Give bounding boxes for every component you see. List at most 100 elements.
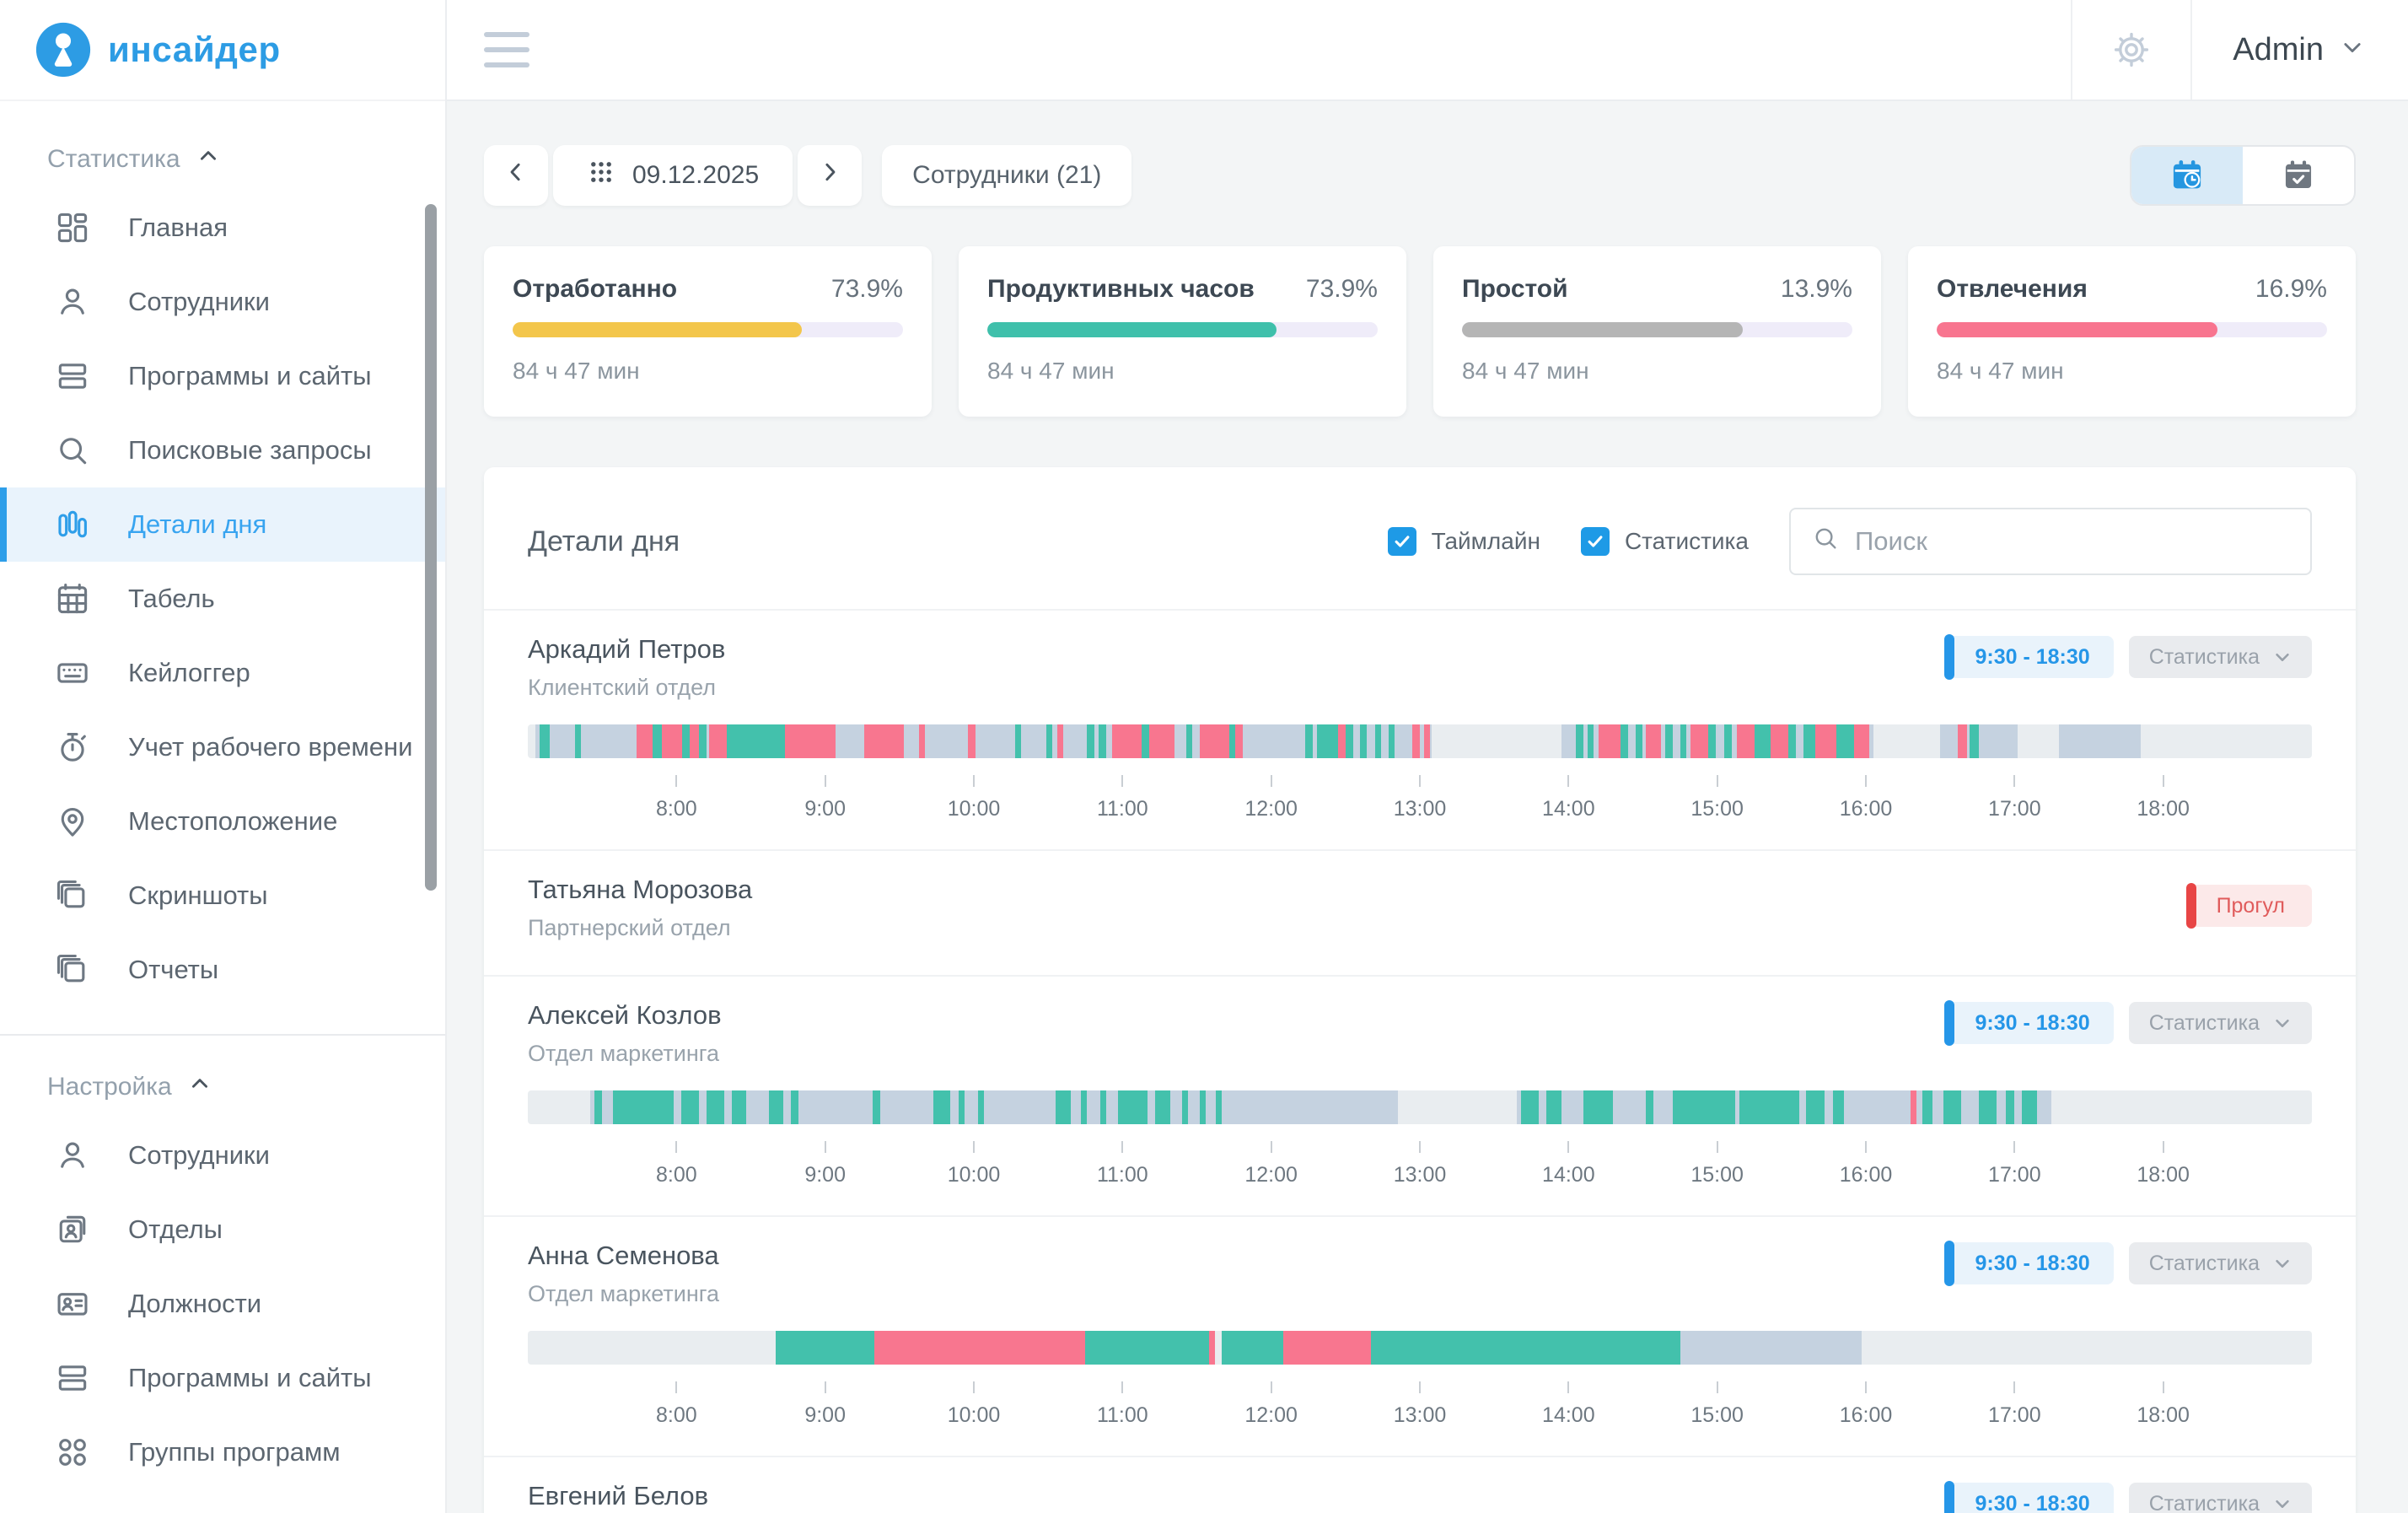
timeline-segment-productive [699, 724, 707, 758]
person-icon [54, 283, 91, 320]
timeline-segment-productive [682, 724, 690, 758]
sidebar-item-label: Учет рабочего времени [128, 732, 412, 762]
sidebar-item-отделы[interactable]: Отделы [0, 1193, 445, 1267]
sidebar-item-табель[interactable]: Табель [0, 562, 445, 636]
sidebar-item-label: Табель [128, 584, 215, 614]
employee-statistics-button[interactable]: Статистика [2129, 1242, 2312, 1284]
stat-card: Простой 13.9% 84 ч 47 мин [1433, 246, 1881, 417]
sidebar-scrollbar[interactable] [425, 204, 437, 891]
sidebar-section-header[interactable]: Статистика [0, 132, 445, 191]
timeline-segment-distraction [1815, 724, 1836, 758]
stat-value: 84 ч 47 мин [1937, 358, 2327, 385]
timeline-segment-productive [2006, 1090, 2015, 1124]
statistics-checkbox[interactable]: Статистика [1581, 527, 1749, 556]
timeline-segment-distraction [919, 724, 925, 758]
activity-timeline[interactable] [528, 724, 2312, 758]
sidebar-section: Настройка Сотрудники Отделы Должности Пр… [0, 1034, 445, 1489]
next-day-button[interactable] [798, 145, 862, 206]
checkbox-checked-icon [1581, 527, 1610, 556]
timeline-segment-productive [653, 724, 662, 758]
timeline-segment-productive [1788, 724, 1796, 758]
axis-hour-label: 13:00 [1369, 775, 1470, 821]
sidebar-item-учет-рабочего-времени[interactable]: Учет рабочего времени [0, 710, 445, 784]
timeline-segment-productive [1056, 1090, 1071, 1124]
sidebar-item-программы-и-сайты[interactable]: Программы и сайты [0, 1341, 445, 1415]
employee-row: Евгений Белов Отдел маркетинга 9:30 - 18… [484, 1456, 2356, 1513]
axis-hour-label: 8:00 [626, 1381, 727, 1428]
timeline-segment-distraction [1209, 1331, 1215, 1365]
timeline-segment-productive [959, 1090, 965, 1124]
sidebar-item-программы-и-сайты[interactable]: Программы и сайты [0, 339, 445, 413]
location-icon [54, 803, 91, 840]
content-column: Admin 09.12.2025 Сотрудники (21) [447, 0, 2408, 1513]
employees-filter-button[interactable]: Сотрудники (21) [882, 145, 1131, 206]
chevron-down-icon [2273, 1248, 2292, 1279]
logo[interactable]: инсайдер [0, 0, 445, 101]
main-area: 09.12.2025 Сотрудники (21) Отработанно 7… [447, 101, 2408, 1513]
app-root: инсайдер Статистика Главная Сотрудники П… [0, 0, 2408, 1513]
timeline-segment-productive [1588, 724, 1594, 758]
employee-row: Анна Семенова Отдел маркетинга 9:30 - 18… [484, 1215, 2356, 1456]
axis-hour-label: 9:00 [775, 1141, 876, 1187]
sidebar-item-главная[interactable]: Главная [0, 191, 445, 265]
badge-accent-bar [1944, 1481, 1954, 1513]
chevron-left-icon [503, 159, 529, 191]
timeline-segment-background-activity [1940, 724, 2018, 758]
timeline-segment-distraction [1200, 724, 1229, 758]
sidebar-item-детали-дня[interactable]: Детали дня [0, 487, 445, 562]
axis-hour-label: 10:00 [923, 775, 1024, 821]
search-field[interactable] [1789, 508, 2312, 575]
date-picker-button[interactable]: 09.12.2025 [553, 145, 793, 206]
timeline-checkbox[interactable]: Таймлайн [1388, 527, 1540, 556]
sidebar-section-header[interactable]: Настройка [0, 1059, 445, 1118]
user-menu[interactable]: Admin [2192, 32, 2408, 68]
employee-statistics-button[interactable]: Статистика [2129, 636, 2312, 678]
sidebar-item-сотрудники[interactable]: Сотрудники [0, 1118, 445, 1193]
sidebar-item-скриншоты[interactable]: Скриншоты [0, 859, 445, 933]
search-icon [54, 432, 91, 469]
employee-statistics-label: Статистика [2149, 1011, 2260, 1036]
rows-icon [54, 358, 91, 395]
employee-row: Аркадий Петров Клиентский отдел 9:30 - 1… [484, 609, 2356, 849]
sidebar-item-группы-программ[interactable]: Группы программ [0, 1415, 445, 1489]
work-schedule-text: 9:30 - 18:30 [1975, 1252, 2089, 1276]
employee-name: Татьяна Морозова [528, 875, 752, 905]
timeline-segment-productive [1708, 724, 1716, 758]
statistics-checkbox-label: Статистика [1625, 528, 1749, 555]
axis-hour-label: 15:00 [1667, 775, 1768, 821]
sidebar-item-сотрудники[interactable]: Сотрудники [0, 265, 445, 339]
hamburger-icon[interactable] [484, 32, 529, 67]
sidebar-item-местоположение[interactable]: Местоположение [0, 784, 445, 859]
timeline-segment-distraction [1771, 724, 1788, 758]
view-table-button[interactable] [2243, 147, 2354, 204]
gear-icon[interactable] [2071, 0, 2192, 100]
search-input[interactable] [1855, 526, 2290, 557]
timeline-segment-productive [1833, 1090, 1843, 1124]
chevron-up-icon [189, 1073, 211, 1101]
sidebar-item-отчеты[interactable]: Отчеты [0, 933, 445, 1007]
timeline-segment-distraction [709, 724, 727, 758]
chevron-right-icon [817, 159, 842, 191]
axis-hour-label: 14:00 [1518, 775, 1619, 821]
timeline-segment-distraction [1854, 724, 1869, 758]
timeline-segment-distraction [690, 724, 699, 758]
timeline-segment-productive [776, 1331, 873, 1365]
sidebar-section-label: Статистика [47, 145, 180, 174]
activity-timeline[interactable] [528, 1090, 2312, 1124]
view-timeline-button[interactable] [2131, 147, 2243, 204]
timeline-segment-distraction [1958, 724, 1967, 758]
stat-value: 84 ч 47 мин [1462, 358, 1852, 385]
sidebar-item-должности[interactable]: Должности [0, 1267, 445, 1341]
timeline-segment-productive [1806, 1090, 1824, 1124]
employee-statistics-button[interactable]: Статистика [2129, 1002, 2312, 1044]
prev-day-button[interactable] [484, 145, 548, 206]
sidebar-item-кейлоггер[interactable]: Кейлоггер [0, 636, 445, 710]
dashboard-icon [54, 209, 91, 246]
employee-statistics-label: Статистика [2149, 1252, 2260, 1276]
timeline-segment-distraction [1057, 724, 1063, 758]
badge-accent-bar [1944, 634, 1954, 680]
sidebar-item-поисковые-запросы[interactable]: Поисковые запросы [0, 413, 445, 487]
timeline-segment-distraction [1424, 724, 1430, 758]
activity-timeline[interactable] [528, 1331, 2312, 1365]
employee-statistics-button[interactable]: Статистика [2129, 1483, 2312, 1513]
